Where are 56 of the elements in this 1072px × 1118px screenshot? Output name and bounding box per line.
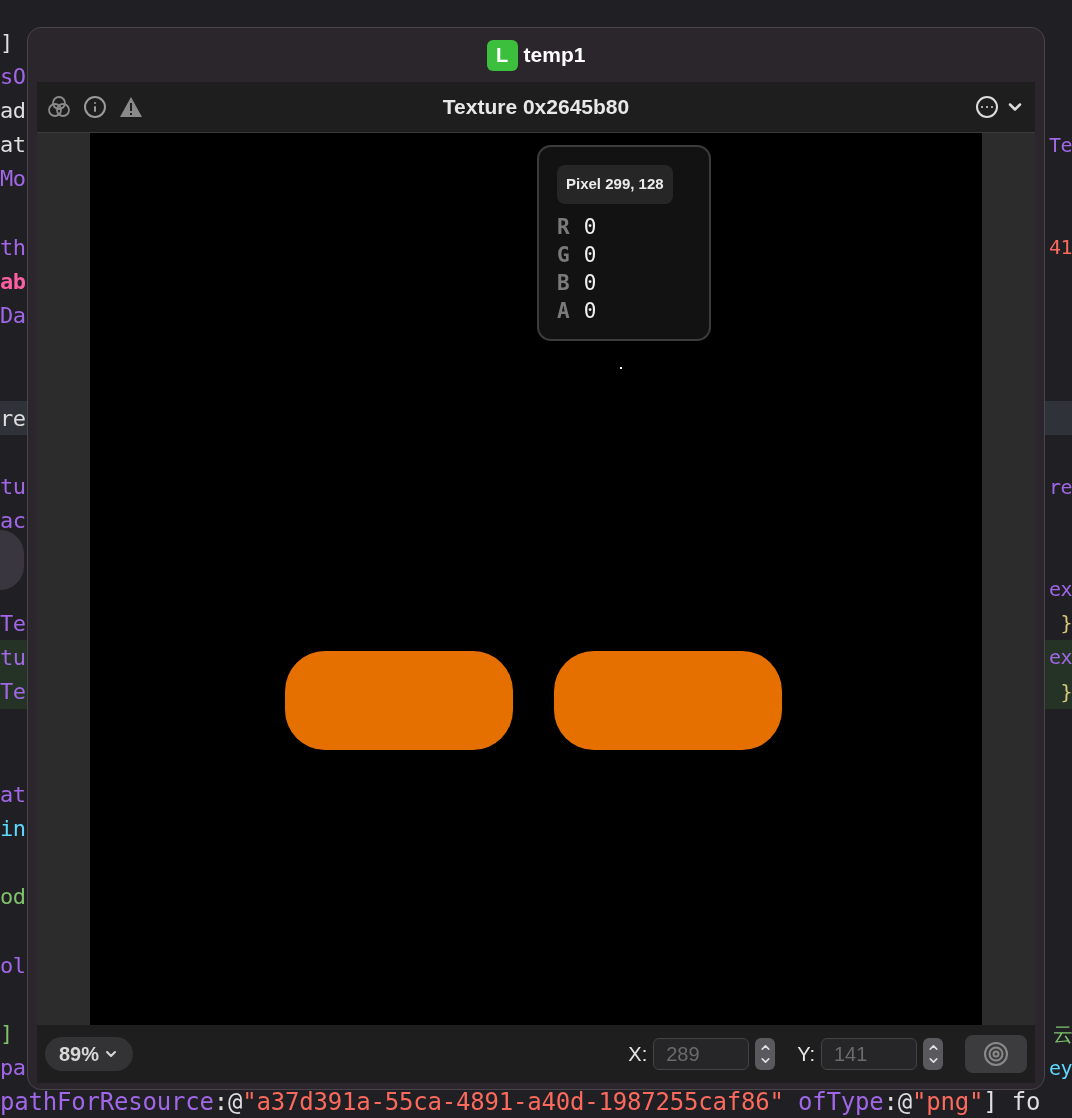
code-text: tu: [0, 473, 26, 502]
coordinate-label: X:: [628, 1042, 648, 1067]
channel-label: R: [557, 213, 570, 241]
code-text: ex: [1048, 576, 1072, 604]
code-text: Mo: [0, 165, 26, 194]
code-text: at: [0, 780, 26, 809]
app-badge: L: [486, 39, 518, 71]
code-text: at: [0, 131, 26, 160]
channel-label: A: [557, 297, 570, 325]
code-text: Te: [0, 678, 26, 707]
pixel-coordinates: Pixel 299, 128: [557, 165, 673, 204]
code-text: ex: [1048, 644, 1072, 672]
code-text: pathForResource:@"a37d391a-55ca-4891-a40d-1987255caf86" ofType:@"png"] fo: [0, 1086, 1041, 1118]
code-text: pa: [0, 1054, 26, 1083]
info-icon[interactable]: [83, 95, 107, 119]
code-text: ]: [0, 1020, 13, 1049]
coordinate-field[interactable]: 141: [821, 1038, 917, 1070]
code-text: tu: [0, 643, 26, 672]
code-text: ab: [0, 267, 26, 296]
code-text: in: [0, 814, 26, 843]
overlapping-circles-icon: [47, 95, 71, 119]
warning-icon[interactable]: [119, 96, 143, 118]
code-text: ac: [0, 507, 26, 536]
code-text: ol: [0, 951, 26, 980]
code-text: od: [0, 883, 26, 912]
zoom-dropdown[interactable]: 89%: [45, 1037, 134, 1071]
pixel-marker: [620, 367, 622, 369]
code-text: re: [1048, 473, 1072, 501]
more-options-icon[interactable]: [975, 95, 999, 119]
code-text: 41: [1048, 234, 1072, 262]
stepper[interactable]: [923, 1038, 943, 1070]
code-text: ey: [1048, 1054, 1072, 1082]
channel-label: G: [557, 241, 570, 269]
window-title: temp1: [523, 42, 586, 69]
code-text: re: [0, 404, 26, 433]
code-text: Da: [0, 302, 26, 331]
texture-title: Texture 0x2645b80: [441, 94, 631, 121]
code-text: }: [1060, 678, 1072, 706]
code-text: ad: [0, 96, 26, 125]
coordinate-field[interactable]: 289: [653, 1038, 750, 1070]
channel-value: 0: [583, 213, 597, 241]
channel-label: B: [557, 269, 570, 297]
channel-value: 0: [583, 297, 597, 325]
code-text: ]: [0, 28, 13, 57]
target-icon: [983, 1041, 1009, 1067]
target-button[interactable]: [965, 1035, 1027, 1073]
code-text: 云: [1052, 1020, 1072, 1048]
channel-value: 0: [583, 269, 597, 297]
code-text: Te: [0, 609, 26, 638]
code-text: th: [0, 233, 26, 262]
coordinate-label: Y:: [797, 1042, 815, 1067]
stepper[interactable]: [755, 1038, 776, 1070]
code-text: Te: [1048, 131, 1072, 159]
channel-value: 0: [583, 241, 597, 269]
code-text: }: [1060, 610, 1072, 638]
code-text: sO: [0, 62, 26, 91]
